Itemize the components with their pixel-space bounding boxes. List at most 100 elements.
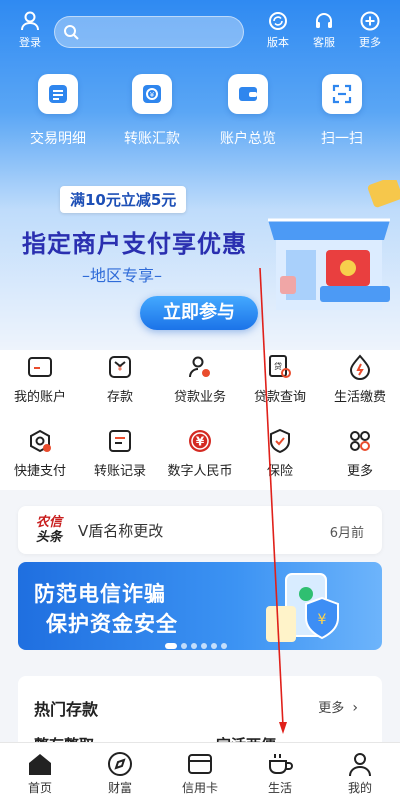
tab-wealth[interactable]: 财富	[80, 751, 160, 796]
carousel-dot[interactable]	[181, 643, 187, 649]
grid-more-icon	[350, 431, 370, 451]
news-headline[interactable]: V盾名称更改	[78, 520, 163, 541]
compass-icon	[108, 752, 132, 776]
quick-label: 转账汇款	[124, 131, 180, 147]
service-label: 存款	[106, 390, 133, 405]
tab-label: 生活	[267, 781, 292, 795]
service-label: 快捷支付	[13, 464, 66, 479]
quick-transactions[interactable]: 交易明细	[8, 74, 108, 148]
news-logo-line1: 农信	[36, 515, 63, 530]
tab-label: 首页	[27, 781, 52, 795]
service-deposit[interactable]: ¥ 存款	[80, 354, 160, 405]
fraud-line1: 防范电信诈骗	[34, 582, 166, 606]
tab-mine[interactable]: 我的	[320, 751, 400, 796]
carousel-dot[interactable]	[211, 643, 217, 649]
svg-text:¥: ¥	[196, 435, 205, 449]
version-label: 版本	[267, 36, 289, 49]
carousel-dot[interactable]	[165, 643, 177, 649]
service-label: 我的账户	[13, 390, 66, 405]
service-my-account[interactable]: 我的账户	[0, 354, 80, 405]
service-transfer-record[interactable]: 转账记录	[80, 428, 160, 479]
wallet-icon	[228, 74, 268, 114]
quick-pay-icon	[30, 429, 51, 453]
more-top-button[interactable]: 更多	[350, 8, 390, 50]
service-label: 数字人民币	[167, 464, 233, 479]
svg-text:¥: ¥	[118, 365, 123, 373]
service-label: 转账记录	[93, 464, 146, 479]
loan-query-icon: 贷	[269, 355, 291, 378]
tab-life[interactable]: 生活	[240, 751, 320, 796]
coffee-cup-icon	[269, 754, 293, 774]
service-button[interactable]: 客服	[304, 8, 344, 50]
tab-label: 财富	[107, 781, 132, 795]
service-loan[interactable]: 贷款业务	[160, 354, 240, 405]
digital-rmb-icon: ¥	[189, 430, 211, 452]
hot-deposits-title: 热门存款	[34, 700, 99, 719]
record-icon	[109, 430, 131, 452]
shield-icon	[270, 428, 290, 454]
card-icon	[28, 357, 52, 377]
news-logo: 农信 头条	[36, 515, 62, 545]
list-icon	[38, 74, 78, 114]
quick-transfer[interactable]: ¥ 转账汇款	[102, 74, 202, 148]
carousel-dots	[165, 634, 231, 649]
home-icon	[29, 754, 51, 775]
user-icon	[21, 11, 39, 31]
tab-home[interactable]: 首页	[0, 751, 80, 796]
store-illustration	[268, 180, 400, 310]
quick-overview[interactable]: 账户总览	[198, 74, 298, 148]
hot-deposits-more[interactable]: 更多 ›	[318, 697, 358, 716]
more-top-label: 更多	[359, 36, 381, 49]
tab-label: 我的	[347, 781, 372, 795]
service-label: 贷款业务	[173, 390, 226, 405]
scan-icon	[322, 74, 362, 114]
banner-title: 指定商户支付享优惠	[22, 230, 247, 258]
service-insurance[interactable]: 保险	[240, 428, 320, 479]
svg-text:¥: ¥	[318, 612, 327, 628]
credit-card-icon	[188, 754, 212, 774]
service-loan-query[interactable]: 贷 贷款查询	[240, 354, 320, 405]
service-label: 更多	[346, 464, 373, 479]
quick-label: 扫一扫	[321, 131, 363, 147]
bottom-tab-bar: 首页 财富 信用卡 生活 我的	[0, 742, 400, 799]
bill-icon	[349, 354, 371, 380]
svg-text:¥: ¥	[150, 91, 155, 99]
carousel-dot[interactable]	[191, 643, 197, 649]
quick-actions: 交易明细 ¥ 转账汇款 账户总览 扫一扫	[0, 74, 400, 154]
version-button[interactable]: 版本	[258, 8, 298, 50]
service-label: 生活缴费	[333, 390, 386, 405]
service-label: 客服	[313, 36, 335, 49]
refresh-icon	[269, 12, 287, 30]
headset-icon	[316, 13, 332, 28]
banner-subtitle: –地区专享–	[82, 266, 163, 285]
service-bill[interactable]: 生活缴费	[320, 354, 400, 405]
service-label: 贷款查询	[253, 390, 306, 405]
news-bar[interactable]: 农信 头条 V盾名称更改 6月前	[18, 506, 382, 554]
transfer-icon: ¥	[132, 74, 172, 114]
tab-credit-card[interactable]: 信用卡	[160, 751, 240, 796]
search-icon	[64, 25, 79, 40]
plus-circle-icon	[360, 11, 380, 31]
promo-badge: 满10元立减5元	[60, 186, 187, 213]
search-input[interactable]	[54, 16, 244, 48]
service-more[interactable]: 更多	[320, 428, 400, 479]
phone-shield-illustration: ¥	[266, 573, 339, 642]
svg-text:贷: 贷	[274, 361, 282, 371]
service-digital-rmb[interactable]: ¥ 数字人民币	[160, 428, 240, 479]
login-label: 登录	[19, 36, 41, 49]
user-profile-icon	[349, 753, 371, 777]
news-logo-line2: 头条	[36, 530, 63, 545]
quick-scan[interactable]: 扫一扫	[292, 74, 392, 148]
news-time: 6月前	[329, 526, 364, 541]
login-button[interactable]: 登录	[10, 8, 50, 50]
join-button[interactable]: 立即参与	[140, 296, 258, 330]
service-grid: 我的账户 ¥ 存款 贷款业务 贷 贷款查询 生活缴费 快捷支付 转账记录 ¥ 数…	[0, 350, 400, 490]
service-quick-pay[interactable]: 快捷支付	[0, 428, 80, 479]
deposit-icon: ¥	[109, 356, 131, 378]
top-bar: 登录 版本 客服 更多	[0, 8, 400, 56]
carousel-dot[interactable]	[201, 643, 207, 649]
carousel-dot[interactable]	[221, 643, 227, 649]
hot-more-label: 更多	[318, 701, 345, 716]
tab-label: 信用卡	[181, 781, 218, 795]
chevron-right-icon: ›	[352, 700, 358, 716]
